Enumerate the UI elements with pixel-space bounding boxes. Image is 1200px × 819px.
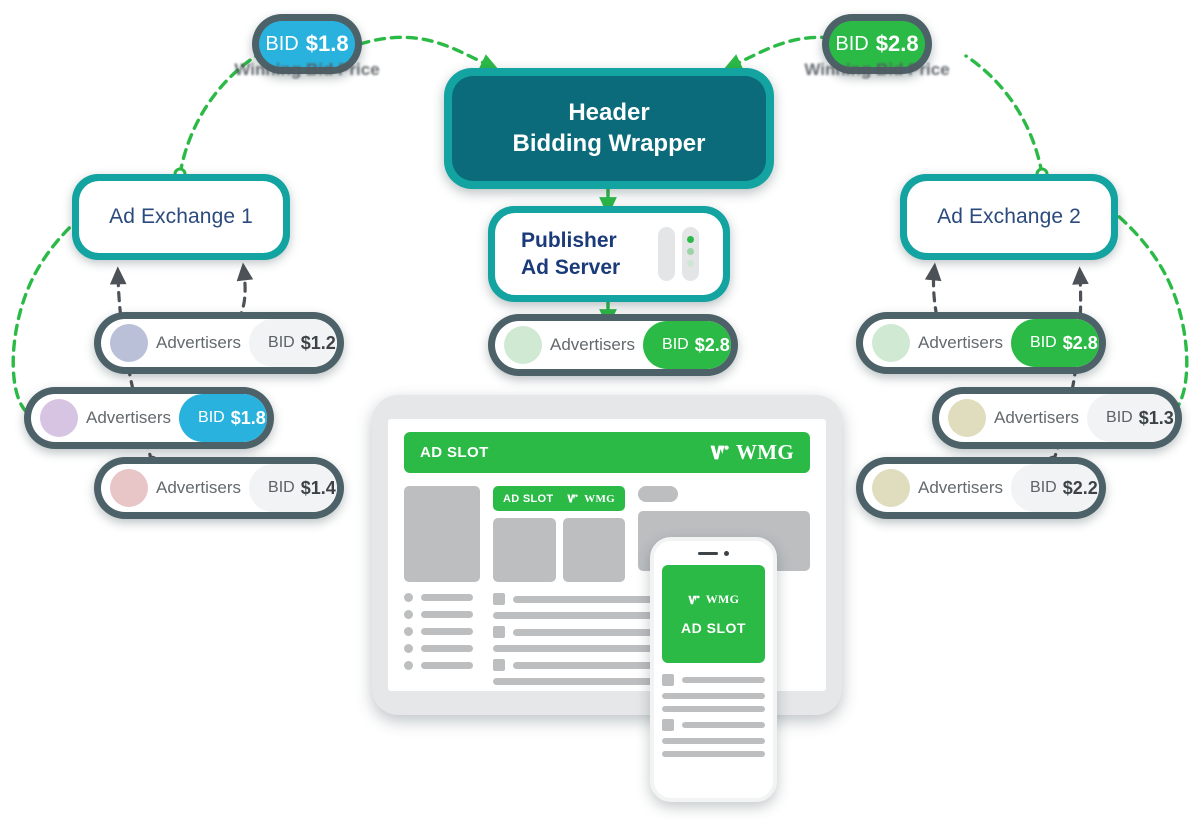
wmg-w-mark-icon <box>710 445 729 460</box>
winning-bid-price-caption-right: Winning Bid Price <box>804 60 950 79</box>
list-item <box>404 593 480 602</box>
bid-prefix: BID <box>662 336 689 353</box>
bid-amount: $2.8 <box>1062 332 1098 353</box>
phone-ad-slot[interactable]: WMG AD SLOT <box>662 565 765 663</box>
winning-bid-price-caption-left: Winning Bid Price <box>234 60 380 79</box>
advertiser-avatar <box>110 469 148 507</box>
advertiser-avatar <box>504 326 542 364</box>
tablet-inline-ad[interactable]: AD SLOT WMG <box>493 486 625 511</box>
header-bidding-wrapper[interactable]: Header Bidding Wrapper <box>444 68 774 189</box>
wmg-w-mark-icon <box>688 595 700 604</box>
advertiser-bid: BID $1.2 <box>249 319 337 367</box>
advertiser-label: Advertisers <box>994 408 1080 427</box>
advertiser-bid: BID $2.2 <box>1011 464 1099 512</box>
wmg-wordmark: WMG <box>584 492 615 505</box>
device-mockups: AD SLOT WMG AD SLOT WMG WMG AD SLOT <box>372 395 842 802</box>
ad-exchange-2[interactable]: Ad Exchange 2 <box>900 174 1118 260</box>
placeholder-block <box>404 486 480 582</box>
wmg-logo: WMG <box>567 493 615 505</box>
advertiser-avatar <box>110 324 148 362</box>
bid-amount: $2.8 <box>694 334 730 355</box>
wrapper-title-line1: Header <box>568 98 650 126</box>
advertiser-pill-left-2-winner[interactable]: Advertisers BID $1.8 <box>24 387 274 449</box>
advertiser-bid: BID $1.3 <box>1087 394 1175 442</box>
advertiser-bid: BID $1.4 <box>249 464 337 512</box>
bid-amount: $2.2 <box>1062 477 1098 498</box>
advertiser-label: Advertisers <box>918 478 1004 497</box>
advertiser-pill-right-2[interactable]: Advertisers BID $1.3 <box>932 387 1182 449</box>
advertiser-pill-left-1[interactable]: Advertisers BID $1.2 <box>94 312 344 374</box>
server-icon <box>658 227 699 281</box>
wmg-wordmark: WMG <box>735 440 794 464</box>
list-item <box>404 661 480 670</box>
advertiser-pill-right-1-winner[interactable]: Advertisers BID $2.8 <box>856 312 1106 374</box>
advertiser-label: Advertisers <box>550 335 636 354</box>
advertiser-bid: BID $2.8 <box>1011 319 1099 367</box>
bid-prefix: BID <box>835 32 869 55</box>
advertiser-pill-center-winner[interactable]: Advertisers BID $2.8 <box>488 314 738 376</box>
bid-prefix: BID <box>265 32 299 55</box>
advertiser-label: Advertisers <box>86 408 172 427</box>
speaker-icon <box>698 552 718 555</box>
placeholder-block <box>638 486 678 502</box>
advertiser-label: Advertisers <box>918 333 1004 352</box>
ad-exchange-1[interactable]: Ad Exchange 1 <box>72 174 290 260</box>
winning-bid-bubble-left[interactable]: BID $1.8 Winning Bid Price <box>234 14 380 79</box>
phone-mockup: WMG AD SLOT <box>650 537 777 802</box>
advertiser-pill-left-3[interactable]: Advertisers BID $1.4 <box>94 457 344 519</box>
tablet-ad-banner[interactable]: AD SLOT WMG <box>404 432 810 473</box>
bid-amount: $1.4 <box>300 477 336 498</box>
ad-exchange-2-label: Ad Exchange 2 <box>907 181 1111 253</box>
bid-prefix: BID <box>268 334 295 351</box>
camera-icon <box>724 551 729 556</box>
bullet-list <box>404 593 480 670</box>
ad-slot-label: AD SLOT <box>420 444 489 461</box>
advertiser-avatar <box>948 399 986 437</box>
bid-prefix: BID <box>1030 334 1057 351</box>
advertiser-label: Advertisers <box>156 333 242 352</box>
bid-amount: $2.8 <box>875 31 919 56</box>
advertiser-avatar <box>872 469 910 507</box>
list-item <box>404 644 480 653</box>
winning-bid-bubble-right[interactable]: BID $2.8 Winning Bid Price <box>804 14 950 79</box>
diagram-canvas: Header Bidding Wrapper Publisher Ad Serv… <box>0 0 1200 819</box>
advertiser-label: Advertisers <box>156 478 242 497</box>
publisher-ad-server[interactable]: Publisher Ad Server <box>488 206 730 302</box>
bid-prefix: BID <box>268 479 295 496</box>
wmg-logo: WMG <box>688 592 740 607</box>
ad-slot-label: AD SLOT <box>503 492 554 505</box>
advertiser-pill-right-3[interactable]: Advertisers BID $2.2 <box>856 457 1106 519</box>
bid-prefix: BID <box>198 409 225 426</box>
advertiser-bid: BID $2.8 <box>643 321 731 369</box>
bid-prefix: BID <box>1106 409 1133 426</box>
wrapper-title-line2: Bidding Wrapper <box>512 129 706 157</box>
pas-title-line2: Ad Server <box>521 256 621 279</box>
bid-amount: $1.8 <box>305 31 349 56</box>
phone-text-lines <box>662 674 765 757</box>
pas-title-line1: Publisher <box>521 228 617 252</box>
placeholder-block <box>493 518 556 582</box>
advertiser-bid: BID $1.8 <box>179 394 267 442</box>
wmg-wordmark: WMG <box>705 592 740 606</box>
wmg-w-mark-icon <box>567 494 578 503</box>
list-item <box>404 627 480 636</box>
advertiser-avatar <box>872 324 910 362</box>
bid-amount: $1.8 <box>230 407 266 428</box>
list-item <box>404 610 480 619</box>
placeholder-block <box>562 518 625 582</box>
phone-notch <box>684 548 743 559</box>
ad-slot-label: AD SLOT <box>681 620 746 636</box>
ad-exchange-1-label: Ad Exchange 1 <box>79 181 283 253</box>
bid-amount: $1.2 <box>300 332 336 353</box>
bid-amount: $1.3 <box>1138 407 1174 428</box>
wmg-logo: WMG <box>710 440 794 465</box>
advertiser-avatar <box>40 399 78 437</box>
bid-prefix: BID <box>1030 479 1057 496</box>
